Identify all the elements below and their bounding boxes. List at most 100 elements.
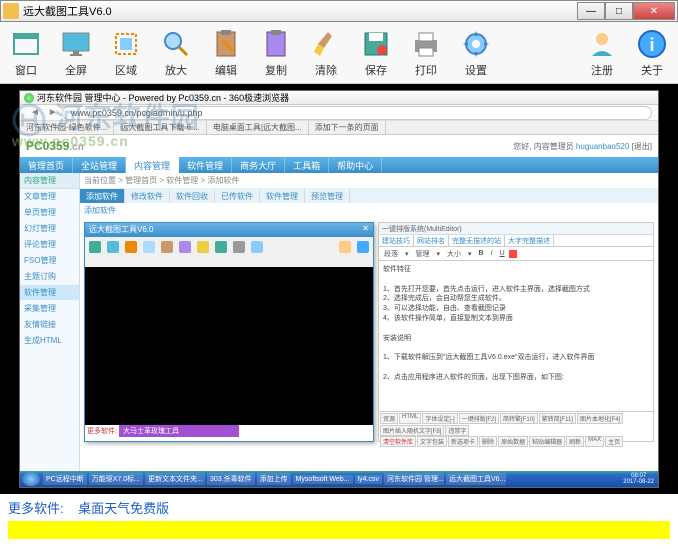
format-btn[interactable]: ▾ — [402, 249, 412, 259]
region-button[interactable]: 区域 — [104, 28, 148, 78]
editor-tab[interactable]: 完整无描述的站 — [449, 235, 505, 246]
sidebar-item[interactable]: FSO管理 — [20, 253, 79, 269]
editor-tab[interactable]: 大字完整描述 — [505, 235, 554, 246]
format-btn[interactable]: ▾ — [434, 249, 444, 259]
nested-tool-btn[interactable] — [177, 241, 193, 263]
ed-btn[interactable]: MAX — [585, 436, 604, 447]
sidebar-item[interactable]: 单页管理 — [20, 205, 79, 221]
settings-button[interactable]: 设置 — [454, 28, 498, 78]
fullscreen-button[interactable]: 全屏 — [54, 28, 98, 78]
nav-item[interactable]: 商务大厅 — [232, 157, 285, 173]
ed-btn[interactable]: 字体设定[-] — [422, 413, 457, 424]
maximize-button[interactable]: □ — [605, 2, 633, 20]
sidebar-item-selected[interactable]: 软件管理 — [20, 285, 79, 301]
url-field[interactable]: www.pc0359.cn/pcgladmin/u.php — [62, 106, 652, 120]
nav-item[interactable]: 内容管理 — [126, 157, 179, 173]
nested-tool-btn[interactable] — [249, 241, 265, 263]
taskbar-item[interactable]: PC远程中断 — [43, 473, 87, 485]
nested-tool-btn[interactable] — [195, 241, 211, 263]
tab[interactable]: 已传软件 — [215, 189, 260, 203]
editor-tab[interactable]: 建站技巧 — [379, 235, 414, 246]
nested-tool-btn[interactable] — [141, 241, 157, 263]
taskbar-item[interactable]: 303.杀毒软件 — [207, 473, 255, 485]
username-link[interactable]: huguanbao520 — [576, 142, 629, 151]
zoom-button[interactable]: 放大 — [154, 28, 198, 78]
tab-add-software[interactable]: 添加软件 — [80, 189, 125, 203]
ed-btn[interactable]: HTML — [399, 413, 421, 424]
print-button[interactable]: 打印 — [404, 28, 448, 78]
back-icon[interactable]: ◄ — [30, 107, 40, 118]
browser-tab[interactable]: 电脑桌面工具|远大截图... — [207, 121, 309, 134]
taskbar-item[interactable]: 远大截图工具V6... — [446, 473, 506, 485]
tab[interactable]: 修改软件 — [125, 189, 170, 203]
nested-tool-btn[interactable] — [231, 241, 247, 263]
copy-button[interactable]: 复制 — [254, 28, 298, 78]
sidebar-item[interactable]: 主题订购 — [20, 269, 79, 285]
footer-link[interactable]: 桌面天气免费版 — [78, 501, 169, 516]
underline-icon[interactable]: U — [497, 249, 508, 258]
nested-close-icon[interactable]: ✕ — [362, 224, 369, 236]
sidebar-item[interactable]: 评论管理 — [20, 237, 79, 253]
nested-link[interactable]: 大马士革玫瑰工具 — [119, 425, 239, 437]
clear-button[interactable]: 清除 — [304, 28, 348, 78]
ed-btn[interactable]: 删除 — [479, 436, 497, 447]
ed-btn[interactable]: 繁转简[F11] — [539, 413, 576, 424]
color-icon[interactable] — [509, 250, 517, 258]
ed-btn[interactable]: 原始数据 — [498, 436, 528, 447]
format-btn[interactable]: 段落 — [381, 248, 401, 260]
browser-tab[interactable]: 河东软件园-绿色软件... — [20, 121, 114, 134]
sidebar-item[interactable]: 幻灯管理 — [20, 221, 79, 237]
edit-button[interactable]: 编辑 — [204, 28, 248, 78]
window-capture-button[interactable]: 窗口 — [4, 28, 48, 78]
nested-tool-btn[interactable] — [337, 241, 353, 263]
taskbar-item[interactable]: ly4.csv — [355, 475, 382, 484]
ed-btn[interactable]: 清空软件库 — [380, 436, 416, 447]
taskbar-item[interactable]: 更新文本文件夹... — [145, 473, 205, 485]
nested-tool-btn[interactable] — [213, 241, 229, 263]
bold-icon[interactable]: B — [476, 249, 487, 258]
nested-tool-btn[interactable] — [159, 241, 175, 263]
ed-btn[interactable]: 图片本地化[F4] — [577, 413, 623, 424]
nav-item[interactable]: 工具箱 — [285, 157, 329, 173]
browser-tab[interactable]: 添加下一条的页面 — [309, 121, 386, 134]
taskbar-item[interactable]: 河东软件园 管理... — [384, 473, 444, 485]
nested-tool-btn[interactable] — [87, 241, 103, 263]
close-button[interactable]: ✕ — [633, 2, 675, 20]
nav-item[interactable]: 全站管理 — [73, 157, 126, 173]
ed-btn[interactable]: 文字包装 — [417, 436, 447, 447]
ed-btn[interactable]: 资源 — [380, 413, 398, 424]
editor-tab[interactable]: 网站排名 — [414, 235, 449, 246]
nav-item[interactable]: 管理首页 — [20, 157, 73, 173]
format-btn[interactable]: ▾ — [465, 249, 475, 259]
ed-btn[interactable]: 违禁字 — [445, 425, 469, 436]
nav-item[interactable]: 帮助中心 — [329, 157, 382, 173]
taskbar-item[interactable]: 添加上传 — [257, 473, 291, 485]
nested-tool-btn[interactable] — [355, 241, 371, 263]
tab[interactable]: 软件管理 — [260, 189, 305, 203]
ed-btn[interactable]: 一键排版[F2] — [459, 413, 499, 424]
tab[interactable]: 软件回收 — [170, 189, 215, 203]
sidebar-item[interactable]: 采集管理 — [20, 301, 79, 317]
ed-btn[interactable]: 刷新 — [566, 436, 584, 447]
format-btn[interactable]: 大小 — [444, 248, 464, 260]
start-button[interactable] — [22, 472, 40, 486]
taskbar-clock[interactable]: 08:072017-08-22 — [619, 473, 658, 485]
nested-tool-btn[interactable] — [105, 241, 121, 263]
sidebar-item[interactable]: 生成HTML — [20, 333, 79, 349]
save-button[interactable]: 保存 — [354, 28, 398, 78]
ed-btn[interactable]: 新选项卡 — [448, 436, 478, 447]
taskbar-item[interactable]: 万能驱X7.0标... — [89, 473, 143, 485]
register-button[interactable]: 注册 — [580, 28, 624, 78]
forward-icon[interactable]: ► — [48, 107, 58, 118]
ed-btn[interactable]: 主页 — [605, 436, 623, 447]
sidebar-item[interactable]: 文章管理 — [20, 189, 79, 205]
italic-icon[interactable]: I — [488, 249, 496, 258]
sidebar-item[interactable]: 友情链接 — [20, 317, 79, 333]
tab[interactable]: 预览管理 — [305, 189, 350, 203]
ed-btn[interactable]: 简转繁[F10] — [500, 413, 538, 424]
minimize-button[interactable]: — — [577, 2, 605, 20]
ed-btn[interactable]: 粘贴编辑器 — [529, 436, 565, 447]
editor-content[interactable]: 软件特征 1、首先打开您要，首先点击运行，进入软件主界面，选择截图方式 2、选择… — [379, 261, 653, 411]
nav-item[interactable]: 软件管理 — [179, 157, 232, 173]
taskbar-item[interactable]: Mysoftsoft Web... — [293, 475, 353, 484]
